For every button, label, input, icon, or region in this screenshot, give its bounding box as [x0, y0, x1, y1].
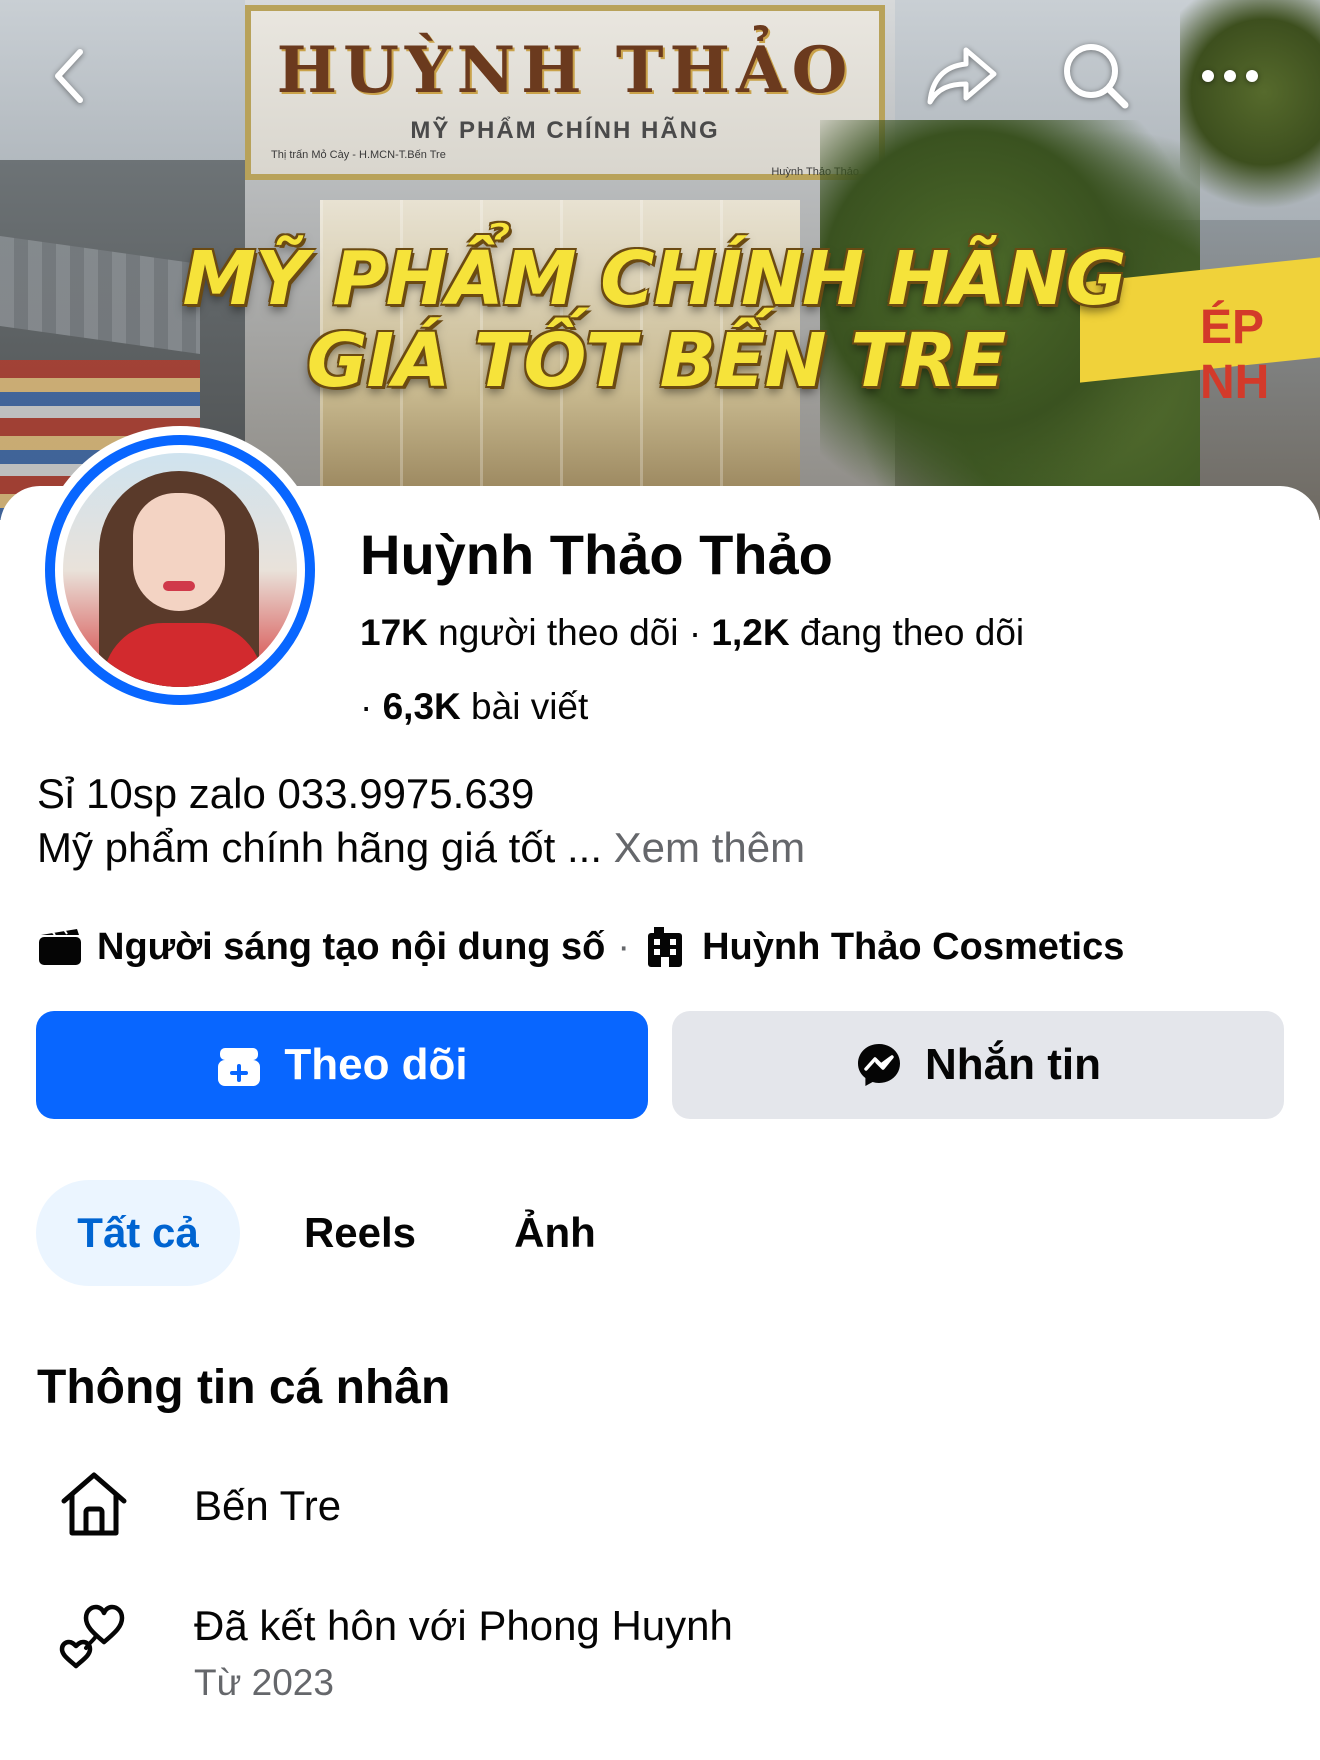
category-label: Người sáng tạo nội dung số: [97, 925, 606, 968]
business-link[interactable]: Huỳnh Thảo Cosmetics: [702, 926, 1124, 969]
search-button[interactable]: [1060, 40, 1132, 112]
share-arrow-icon: [927, 47, 997, 105]
tab-photos[interactable]: Ảnh: [500, 1180, 610, 1286]
avatar-story-ring: [45, 435, 315, 705]
relationship-row[interactable]: Đã kết hôn với Phong Huynh: [56, 1596, 733, 1672]
message-label: Nhắn tin: [925, 1040, 1101, 1089]
followers-label[interactable]: người theo dõi: [438, 612, 678, 653]
sign-address: Thị trấn Mỏ Cày - H.MCN-T.Bến Tre: [271, 149, 446, 161]
sign-title: HUỲNH THẢO: [276, 33, 854, 108]
building-icon: [642, 924, 688, 970]
see-more-link[interactable]: Xem thêm: [614, 824, 805, 871]
messenger-icon: [855, 1041, 903, 1089]
tab-reels[interactable]: Reels: [290, 1180, 430, 1286]
profile-meta-row: Người sáng tạo nội dung số · Huỳnh Thảo …: [37, 924, 1124, 970]
following-label[interactable]: đang theo dõi: [800, 612, 1024, 653]
relationship-since: Từ 2023: [194, 1662, 334, 1703]
clapperboard-icon: [37, 924, 83, 970]
profile-stats: 17K người theo dõi · 1,2K đang theo dõi: [360, 612, 1024, 654]
about-section-title: Thông tin cá nhân: [37, 1361, 451, 1414]
home-icon: [56, 1466, 132, 1542]
more-button[interactable]: [1194, 40, 1266, 112]
profile-avatar[interactable]: [36, 426, 324, 714]
hometown-row[interactable]: Bến Tre: [56, 1466, 341, 1542]
bio-line-2: Mỹ phẩm chính hãng giá tốt ... Xem thêm: [37, 824, 805, 872]
cover-signboard: HUỲNH THẢO MỸ PHẨM CHÍNH HÃNG Thị trấn M…: [245, 5, 885, 180]
back-button[interactable]: [34, 40, 106, 112]
following-count[interactable]: 1,2K: [711, 612, 789, 653]
share-button[interactable]: [926, 40, 998, 112]
cover-headline-line1: MỸ PHẨM CHÍNH HÃNG: [182, 236, 1126, 322]
cover-leaves: [1180, 0, 1320, 230]
avatar-photo: [63, 453, 297, 687]
meta-separator: ·: [617, 925, 631, 968]
bio-line-1: Sỉ 10sp zalo 033.9975.639: [37, 770, 535, 817]
stats-separator: ·: [688, 612, 712, 653]
follow-icon: [216, 1042, 262, 1088]
chevron-left-icon: [55, 49, 83, 103]
avatar-lips: [163, 581, 195, 591]
cover-headline-line2: GIÁ TỐT BẾN TRE: [306, 318, 1007, 404]
posts-label: bài viết: [471, 686, 589, 727]
avatar-face: [133, 493, 225, 611]
profile-name: Huỳnh Thảo Thảo: [360, 523, 833, 586]
profile-posts-stat: · 6,3K bài viết: [360, 686, 588, 728]
follow-button[interactable]: Theo dõi: [36, 1011, 648, 1119]
bio-text: Mỹ phẩm chính hãng giá tốt ...: [37, 824, 602, 871]
tab-all[interactable]: Tất cả: [36, 1180, 240, 1286]
hearts-icon: [56, 1596, 132, 1672]
hometown-text: Bến Tre: [194, 1482, 342, 1529]
posts-count: 6,3K: [382, 686, 461, 727]
sign-subtitle: MỸ PHẨM CHÍNH HÃNG: [410, 117, 720, 144]
followers-count[interactable]: 17K: [360, 612, 428, 653]
more-horizontal-icon: [1202, 70, 1258, 82]
follow-label: Theo dõi: [284, 1040, 468, 1089]
stats-separator: ·: [360, 686, 383, 727]
message-button[interactable]: Nhắn tin: [672, 1011, 1284, 1119]
relationship-text: Đã kết hôn với Phong Huynh: [194, 1602, 733, 1649]
search-icon: [1064, 44, 1129, 109]
